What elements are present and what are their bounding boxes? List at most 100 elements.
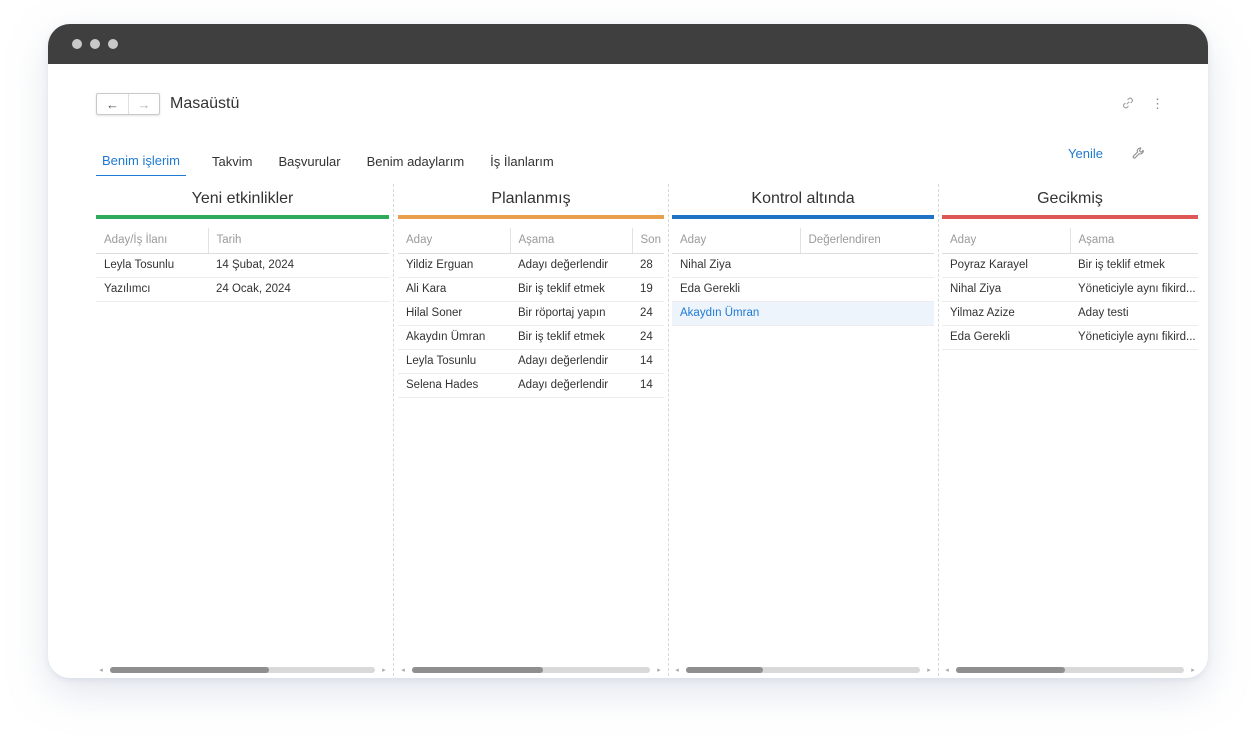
column-status-bar <box>672 215 934 219</box>
scroll-left-icon[interactable]: ◂ <box>398 666 408 674</box>
table-row[interactable]: Akaydın Ümran <box>672 301 934 326</box>
table-cell: Adayı değerlendir <box>510 349 632 374</box>
horizontal-scrollbar[interactable]: ◂ ▸ <box>96 664 389 676</box>
table-cell: Eda Gerekli <box>942 325 1070 350</box>
close-dot-icon[interactable] <box>72 39 82 49</box>
forward-button[interactable]: → <box>128 94 159 114</box>
column-divider <box>668 184 669 676</box>
wrench-icon[interactable] <box>1131 146 1146 161</box>
scroll-track[interactable] <box>956 667 1184 673</box>
history-buttons: ← → <box>96 93 160 115</box>
table-row[interactable]: Selena Hades Adayı değerlendir 14 <box>398 373 664 398</box>
tab-1[interactable]: Takvim <box>206 154 258 176</box>
tab-2[interactable]: Başvurular <box>272 154 346 176</box>
column-header[interactable]: Aşama <box>1069 228 1198 254</box>
window-titlebar <box>48 24 1208 64</box>
table-row[interactable]: Yildiz Erguan Adayı değerlendir 28 <box>398 253 664 278</box>
scroll-thumb[interactable] <box>686 667 764 673</box>
horizontal-scrollbar[interactable]: ◂ ▸ <box>398 664 664 676</box>
app-window: ← → Masaüstü ⋮ Benim işlerim Takvim Başvur… <box>48 24 1208 678</box>
scroll-right-icon[interactable]: ▸ <box>1188 666 1198 674</box>
table-cell: Poyraz Karayel <box>942 253 1070 278</box>
link-icon[interactable] <box>1121 96 1135 110</box>
tab-4[interactable]: İş İlanlarım <box>484 154 560 176</box>
header-actions: ⋮ <box>1121 96 1164 110</box>
table-row[interactable]: Nihal Ziya Yöneticiyle aynı fikird... <box>942 277 1198 302</box>
table-cell: Bir iş teklif etmek <box>1070 253 1198 278</box>
table-cell: 14 Şubat, 2024 <box>208 253 389 278</box>
maximize-dot-icon[interactable] <box>108 39 118 49</box>
table-row[interactable]: Leyla Tosunlu 14 Şubat, 2024 <box>96 253 389 278</box>
table-cell: 14 <box>632 349 664 374</box>
kanban-board: Yeni etkinlikler Aday/İş İlanı Tarih Leyla … <box>96 184 1198 676</box>
column-divider <box>938 184 939 676</box>
table-cell: Leyla Tosunlu <box>398 349 510 374</box>
table-row[interactable]: Akaydın Ümran Bir iş teklif etmek 24 <box>398 325 664 350</box>
tab-0[interactable]: Benim işlerim <box>96 153 187 176</box>
scroll-track[interactable] <box>110 667 375 673</box>
column-divider <box>393 184 394 676</box>
table-cell: Leyla Tosunlu <box>96 253 208 278</box>
tab-3[interactable]: Benim adaylarım <box>361 154 471 176</box>
table-cell: 24 Ocak, 2024 <box>208 277 389 302</box>
table-row[interactable]: Eda Gerekli Yöneticiyle aynı fikird... <box>942 325 1198 350</box>
table-row[interactable]: Yazılımcı 24 Ocak, 2024 <box>96 277 389 302</box>
scroll-track[interactable] <box>686 667 920 673</box>
scroll-left-icon[interactable]: ◂ <box>942 666 952 674</box>
more-options-icon[interactable]: ⋮ <box>1151 97 1164 110</box>
table-cell: Akaydın Ümran <box>672 301 800 326</box>
scroll-thumb[interactable] <box>412 667 543 673</box>
table-row[interactable]: Nihal Ziya <box>672 253 934 278</box>
table-row[interactable]: Eda Gerekli <box>672 277 934 302</box>
column-status-bar <box>942 215 1198 219</box>
table-row[interactable]: Leyla Tosunlu Adayı değerlendir 14 <box>398 349 664 374</box>
column-header[interactable]: Aday <box>672 228 800 254</box>
table-cell: Bir iş teklif etmek <box>510 325 632 350</box>
column-header[interactable]: Son <box>631 228 664 254</box>
table-cell: Eda Gerekli <box>672 277 800 302</box>
column-header[interactable]: Tarih <box>207 228 389 254</box>
column-header[interactable]: Aşama <box>509 228 632 254</box>
column-header[interactable]: Aday <box>942 228 1070 254</box>
refresh-button[interactable]: Yenile <box>1068 146 1103 161</box>
back-button[interactable]: ← <box>97 94 128 114</box>
scroll-right-icon[interactable]: ▸ <box>379 666 389 674</box>
column-overdue: Gecikmiş Aday Aşama Poyraz Karayel Bir iş te… <box>942 184 1198 676</box>
scroll-thumb[interactable] <box>956 667 1066 673</box>
scroll-right-icon[interactable]: ▸ <box>654 666 664 674</box>
column-title: Planlanmış <box>491 190 571 207</box>
horizontal-scrollbar[interactable]: ◂ ▸ <box>942 664 1198 676</box>
table-row[interactable]: Hilal Soner Bir röportaj yapın 24 <box>398 301 664 326</box>
table-row[interactable]: Poyraz Karayel Bir iş teklif etmek <box>942 253 1198 278</box>
horizontal-scrollbar[interactable]: ◂ ▸ <box>672 664 934 676</box>
table-cell: Adayı değerlendir <box>510 253 632 278</box>
table-cell: Yöneticiyle aynı fikird... <box>1070 325 1198 350</box>
table-cell: Nihal Ziya <box>942 277 1070 302</box>
table-cell <box>800 277 934 302</box>
column-table: Aday Aşama Son Yildiz Erguan Adayı değerlend… <box>398 228 664 398</box>
column-header[interactable]: Değerlendiren <box>799 228 934 254</box>
scroll-right-icon[interactable]: ▸ <box>924 666 934 674</box>
page-content: ← → Masaüstü ⋮ Benim işlerim Takvim Başvur… <box>48 64 1208 678</box>
scroll-track[interactable] <box>412 667 650 673</box>
navigation-row: ← → Masaüstü <box>96 93 239 115</box>
scroll-left-icon[interactable]: ◂ <box>96 666 106 674</box>
column-table: Aday Aşama Poyraz Karayel Bir iş teklif etm… <box>942 228 1198 350</box>
column-header[interactable]: Aday <box>398 228 510 254</box>
table-cell: Adayı değerlendir <box>510 373 632 398</box>
column-title: Yeni etkinlikler <box>191 190 294 207</box>
page-title: Masaüstü <box>170 95 240 112</box>
tab-bar: Benim işlerim Takvim Başvurular Benim adayl… <box>96 148 574 176</box>
column-header[interactable]: Aday/İş İlanı <box>96 228 208 254</box>
minimize-dot-icon[interactable] <box>90 39 100 49</box>
table-row[interactable]: Ali Kara Bir iş teklif etmek 19 <box>398 277 664 302</box>
table-cell: Akaydın Ümran <box>398 325 510 350</box>
table-row[interactable]: Yilmaz Azize Aday testi <box>942 301 1198 326</box>
column-new-events: Yeni etkinlikler Aday/İş İlanı Tarih Leyla … <box>96 184 389 676</box>
table-cell: Bir iş teklif etmek <box>510 277 632 302</box>
scroll-thumb[interactable] <box>110 667 269 673</box>
scroll-left-icon[interactable]: ◂ <box>672 666 682 674</box>
table-cell: 19 <box>632 277 664 302</box>
table-cell: Nihal Ziya <box>672 253 800 278</box>
column-table: Aday/İş İlanı Tarih Leyla Tosunlu 14 Şubat,… <box>96 228 389 302</box>
